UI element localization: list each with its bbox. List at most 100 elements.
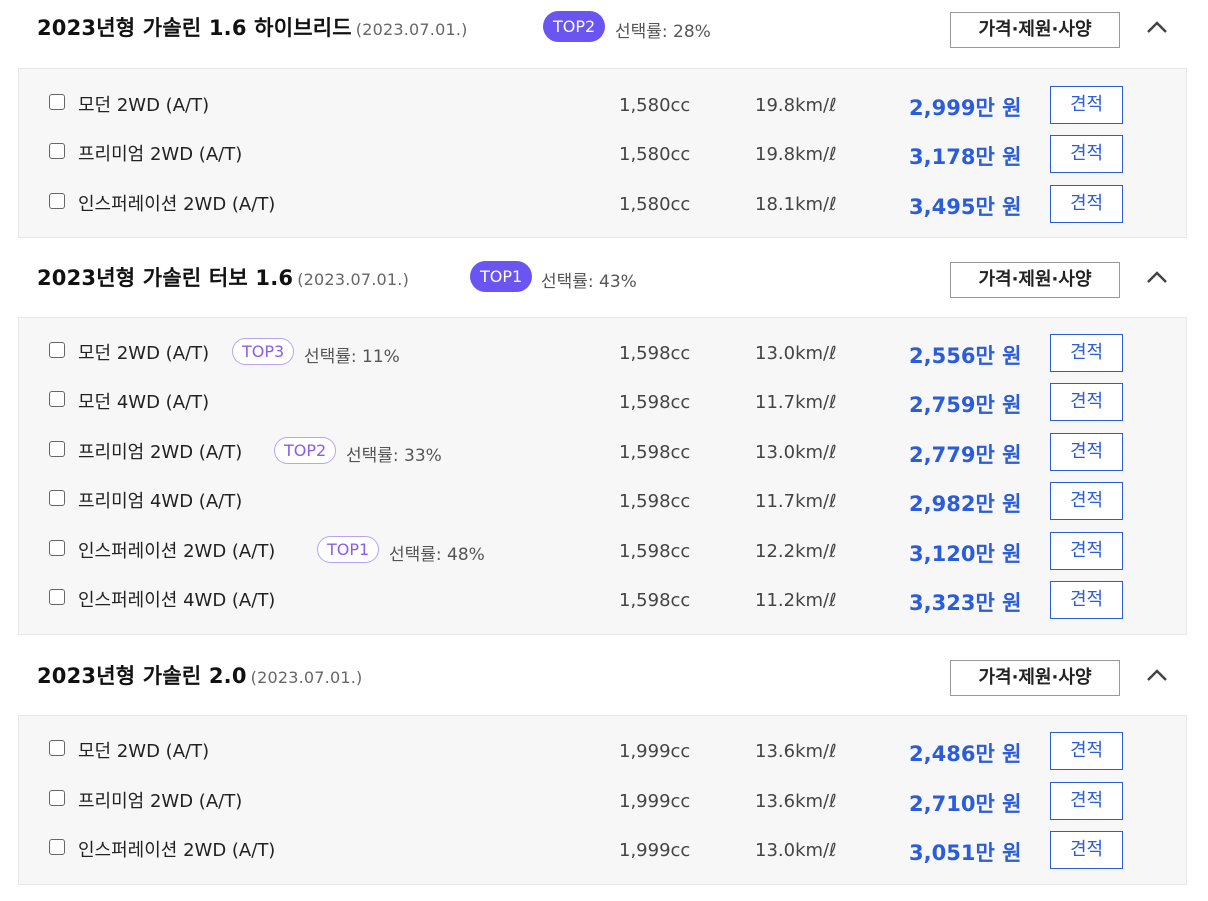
trim-name: 모던 4WD (A/T): [78, 392, 210, 413]
trim-name: 프리미엄 2WD (A/T): [78, 791, 243, 812]
checkbox-icon[interactable]: [49, 740, 65, 756]
fuel-efficiency: 11.7km/ℓ: [755, 491, 837, 512]
fuel-efficiency: 19.8km/ℓ: [755, 144, 837, 165]
trim-name: 인스퍼레이션 2WD (A/T): [78, 194, 276, 215]
chevron-up-icon[interactable]: [1144, 265, 1170, 291]
checkbox-icon[interactable]: [49, 540, 65, 556]
chevron-up-icon[interactable]: [1144, 15, 1170, 41]
checkbox-icon[interactable]: [49, 193, 65, 209]
quote-button[interactable]: 견적: [1050, 581, 1123, 619]
trim-name: 모던 2WD (A/T): [78, 741, 210, 762]
group-date: (2023.07.01.): [250, 668, 363, 687]
trim-row: 모던 4WD (A/T) 1,598cc 11.7km/ℓ 2,759만 원 견…: [19, 383, 1188, 432]
trim-price: 2,779만 원: [909, 443, 1022, 467]
fuel-efficiency: 13.6km/ℓ: [755, 741, 837, 762]
quote-button[interactable]: 견적: [1050, 334, 1123, 372]
quote-button[interactable]: 견적: [1050, 135, 1123, 173]
price-spec-button[interactable]: 가격·제원·사양: [950, 12, 1120, 48]
trim-price: 2,999만 원: [909, 96, 1022, 120]
quote-button[interactable]: 견적: [1050, 383, 1123, 421]
quote-button[interactable]: 견적: [1050, 433, 1123, 471]
checkbox-icon[interactable]: [49, 441, 65, 457]
quote-button[interactable]: 견적: [1050, 185, 1123, 223]
engine-displacement: 1,598cc: [619, 392, 691, 413]
engine-displacement: 1,598cc: [619, 343, 691, 364]
trim-price: 2,486만 원: [909, 742, 1022, 766]
trim-rank-badge: TOP2: [274, 437, 337, 464]
engine-displacement: 1,580cc: [619, 194, 691, 215]
trim-price: 2,556만 원: [909, 344, 1022, 368]
trim-row: 인스퍼레이션 2WD (A/T) 1,999cc 13.0km/ℓ 3,051만…: [19, 831, 1188, 880]
quote-button[interactable]: 견적: [1050, 482, 1123, 520]
engine-displacement: 1,598cc: [619, 541, 691, 562]
checkbox-icon[interactable]: [49, 143, 65, 159]
trim-price: 3,120만 원: [909, 542, 1022, 566]
trim-row: 인스퍼레이션 2WD (A/T) TOP1 선택률: 48% 1,598cc 1…: [19, 532, 1188, 581]
group-title: 2023년형 가솔린 1.6 하이브리드 (2023.07.01.): [37, 16, 468, 40]
quote-button[interactable]: 견적: [1050, 732, 1123, 770]
trim-rank-badge: TOP1: [317, 536, 380, 563]
quote-button[interactable]: 견적: [1050, 532, 1123, 570]
trim-name: 모던 2WD (A/T): [78, 95, 210, 116]
group-date: (2023.07.01.): [355, 20, 468, 39]
quote-button[interactable]: 견적: [1050, 831, 1123, 869]
fuel-efficiency: 11.2km/ℓ: [755, 590, 837, 611]
price-spec-button[interactable]: 가격·제원·사양: [950, 262, 1120, 298]
trim-row: 프리미엄 2WD (A/T) 1,580cc 19.8km/ℓ 3,178만 원…: [19, 135, 1188, 184]
trim-row: 프리미엄 2WD (A/T) 1,999cc 13.6km/ℓ 2,710만 원…: [19, 782, 1188, 831]
trim-list: 모던 2WD (A/T) TOP3 선택률: 11% 1,598cc 13.0k…: [18, 317, 1187, 635]
trim-price: 2,982만 원: [909, 492, 1022, 516]
trim-name: 인스퍼레이션 2WD (A/T): [78, 840, 276, 861]
chevron-up-icon[interactable]: [1144, 663, 1170, 689]
trim-price: 3,323만 원: [909, 591, 1022, 615]
engine-displacement: 1,580cc: [619, 95, 691, 116]
checkbox-icon[interactable]: [49, 391, 65, 407]
trim-name: 프리미엄 2WD (A/T): [78, 144, 243, 165]
engine-displacement: 1,999cc: [619, 840, 691, 861]
fuel-efficiency: 13.0km/ℓ: [755, 840, 837, 861]
trim-name: 프리미엄 2WD (A/T): [78, 442, 243, 463]
engine-displacement: 1,598cc: [619, 442, 691, 463]
trim-row: 인스퍼레이션 4WD (A/T) 1,598cc 11.2km/ℓ 3,323만…: [19, 581, 1188, 630]
checkbox-icon[interactable]: [49, 839, 65, 855]
engine-displacement: 1,598cc: [619, 590, 691, 611]
trim-group-header: 2023년형 가솔린 터보 1.6 (2023.07.01.) TOP1 선택률:…: [0, 250, 1208, 310]
group-rank-badge: TOP2: [543, 11, 606, 42]
trim-price: 3,051만 원: [909, 841, 1022, 865]
trim-selection-rate: 선택률: 11%: [304, 347, 400, 367]
trim-selection-rate: 선택률: 48%: [389, 545, 485, 565]
group-title: 2023년형 가솔린 터보 1.6 (2023.07.01.): [37, 266, 410, 290]
trim-row: 프리미엄 2WD (A/T) TOP2 선택률: 33% 1,598cc 13.…: [19, 433, 1188, 482]
engine-displacement: 1,580cc: [619, 144, 691, 165]
trim-row: 인스퍼레이션 2WD (A/T) 1,580cc 18.1km/ℓ 3,495만…: [19, 185, 1188, 234]
engine-displacement: 1,999cc: [619, 791, 691, 812]
group-title: 2023년형 가솔린 2.0 (2023.07.01.): [37, 664, 363, 688]
checkbox-icon[interactable]: [49, 94, 65, 110]
trim-price: 3,495만 원: [909, 195, 1022, 219]
trim-row: 프리미엄 4WD (A/T) 1,598cc 11.7km/ℓ 2,982만 원…: [19, 482, 1188, 531]
checkbox-icon[interactable]: [49, 490, 65, 506]
checkbox-icon[interactable]: [49, 589, 65, 605]
trim-name: 인스퍼레이션 4WD (A/T): [78, 590, 276, 611]
trim-name: 프리미엄 4WD (A/T): [78, 491, 243, 512]
price-spec-button[interactable]: 가격·제원·사양: [950, 660, 1120, 696]
quote-button[interactable]: 견적: [1050, 86, 1123, 124]
checkbox-icon[interactable]: [49, 342, 65, 358]
group-selection-rate: 선택률: 43%: [541, 272, 637, 292]
engine-displacement: 1,598cc: [619, 491, 691, 512]
trim-row: 모던 2WD (A/T) 1,999cc 13.6km/ℓ 2,486만 원 견…: [19, 732, 1188, 781]
trim-price: 2,710만 원: [909, 792, 1022, 816]
fuel-efficiency: 12.2km/ℓ: [755, 541, 837, 562]
fuel-efficiency: 13.6km/ℓ: [755, 791, 837, 812]
group-selection-rate: 선택률: 28%: [615, 22, 711, 42]
quote-button[interactable]: 견적: [1050, 782, 1123, 820]
trim-price: 3,178만 원: [909, 145, 1022, 169]
checkbox-icon[interactable]: [49, 790, 65, 806]
fuel-efficiency: 13.0km/ℓ: [755, 343, 837, 364]
fuel-efficiency: 13.0km/ℓ: [755, 442, 837, 463]
trim-row: 모던 2WD (A/T) TOP3 선택률: 11% 1,598cc 13.0k…: [19, 334, 1188, 383]
fuel-efficiency: 11.7km/ℓ: [755, 392, 837, 413]
trim-group-header: 2023년형 가솔린 1.6 하이브리드 (2023.07.01.) TOP2 선…: [0, 0, 1208, 60]
trim-price: 2,759만 원: [909, 393, 1022, 417]
group-rank-badge: TOP1: [470, 261, 533, 292]
